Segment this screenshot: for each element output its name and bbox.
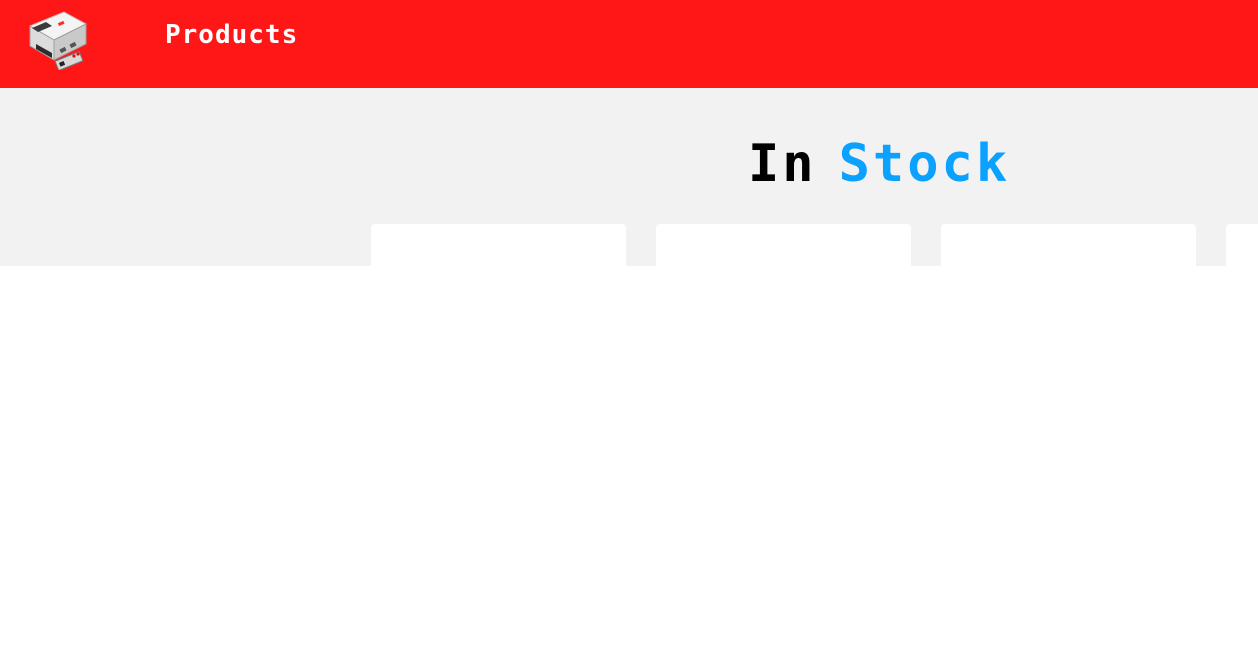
section-heading: In Stock <box>748 132 1010 196</box>
product-card[interactable] <box>941 224 1196 266</box>
nav-products-link[interactable]: Products <box>165 20 298 50</box>
heading-word-stock: Stock <box>838 134 1011 194</box>
product-card[interactable] <box>371 224 626 266</box>
heading-word-in: In <box>748 134 817 194</box>
product-card[interactable] <box>656 224 911 266</box>
product-card[interactable] <box>1226 224 1258 266</box>
in-stock-section: In Stock <box>0 88 1258 266</box>
nes-console-logo-icon[interactable] <box>24 10 90 71</box>
site-header: Products <box>0 0 1258 88</box>
